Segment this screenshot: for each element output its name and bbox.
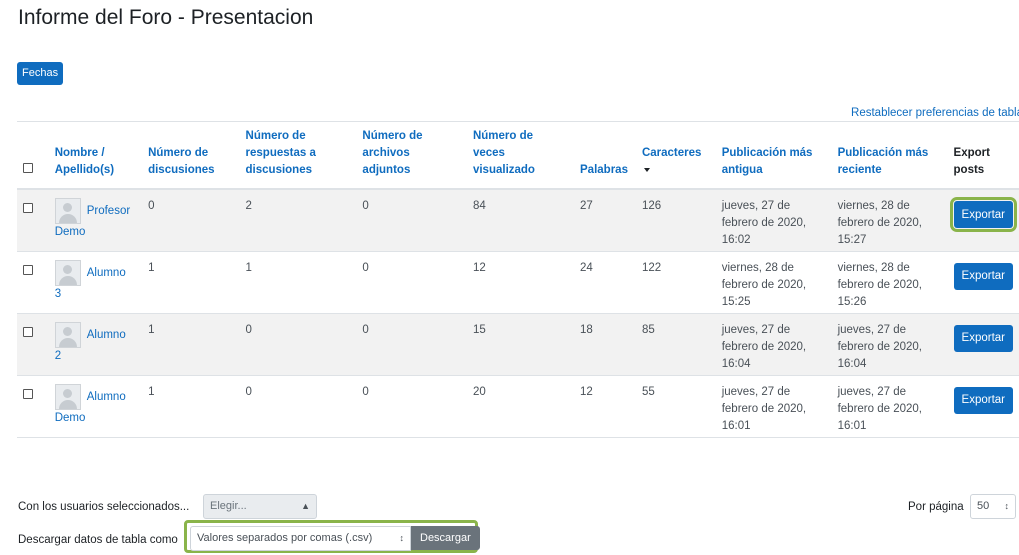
attachments-cell: 0 (356, 313, 467, 376)
select-all-header (17, 121, 49, 190)
default-user-icon[interactable] (54, 198, 81, 224)
export-button[interactable]: Exportar (953, 324, 1013, 352)
row-checkbox[interactable] (23, 326, 33, 337)
bulk-action-select[interactable]: Elegir... ▲︎ (203, 494, 317, 519)
user-link[interactable]: Alumno (87, 391, 126, 403)
words-cell: 27 (574, 189, 636, 252)
header-latest[interactable]: Publicación más reciente (831, 121, 948, 190)
updown-icon: ▲︎ (301, 501, 310, 511)
user-cell: Alumno Demo (48, 375, 143, 438)
earliest-cell: viernes, 28 de febrero de 2020, 15:25 (715, 251, 832, 314)
header-words[interactable]: Palabras (574, 121, 636, 190)
dates-button[interactable]: Fechas (17, 62, 64, 85)
default-user-icon[interactable] (54, 383, 81, 410)
download-group: Valores separados por comas (.csv) ↕ Des… (184, 520, 480, 553)
replies-cell: 0 (239, 375, 357, 438)
latest-cell: viernes, 28 de febrero de 2020, 15:26 (831, 251, 948, 314)
user-cell: Alumno 2 (48, 313, 143, 376)
user-link-last[interactable]: Demo (55, 226, 86, 238)
export-button[interactable]: Exportar (953, 262, 1013, 290)
user-link-last[interactable]: 2 (55, 350, 61, 362)
latest-cell: jueves, 27 de febrero de 2020, 16:04 (831, 313, 948, 376)
header-export: Export posts (947, 121, 1019, 190)
default-user-icon[interactable] (54, 259, 81, 286)
header-earliest[interactable]: Publicación más antigua (715, 121, 832, 190)
table-row: Alumno 3 1 1 0 12 24 122 viernes, 28 de fe… (17, 251, 1019, 314)
forum-report-table: Nombre / Apellido(s) Número de discusiones… (17, 121, 1019, 438)
sort-desc-icon (643, 167, 650, 172)
default-user-icon[interactable] (54, 321, 81, 348)
reset-preferences-link[interactable]: Restablecer preferencias de tabla (851, 107, 1019, 119)
words-cell: 24 (574, 251, 636, 314)
replies-cell: 0 (239, 313, 357, 376)
views-cell: 84 (466, 189, 575, 252)
header-views[interactable]: Número de veces visualizado (466, 121, 575, 190)
header-replies[interactable]: Número de respuestas a discusiones (239, 121, 357, 190)
chars-cell: 122 (635, 251, 716, 314)
download-format-select[interactable]: Valores separados por comas (.csv) ↕ (190, 526, 411, 551)
table-row: Profesor Demo 0 2 0 84 27 126 jueves, 27 … (17, 189, 1019, 252)
user-cell: Alumno 3 (48, 251, 143, 314)
user-link-last[interactable]: Demo (55, 412, 86, 424)
earliest-cell: jueves, 27 de febrero de 2020, 16:01 (715, 375, 832, 438)
user-link[interactable]: Profesor (87, 205, 130, 217)
views-cell: 20 (466, 375, 575, 438)
select-all-checkbox[interactable] (23, 163, 33, 173)
download-button[interactable]: Descargar (411, 526, 480, 550)
user-cell: Profesor Demo (48, 189, 143, 252)
chars-cell: 126 (635, 189, 716, 252)
table-row: Alumno Demo 1 0 0 20 12 55 jueves, 27 de f… (17, 375, 1019, 438)
words-cell: 12 (574, 375, 636, 438)
updown-icon: ↕ (399, 533, 405, 543)
bulk-action-label: Con los usuarios seleccionados... (18, 501, 190, 513)
header-discussions[interactable]: Número de discusiones (142, 121, 240, 190)
latest-cell: viernes, 28 de febrero de 2020, 15:27 (831, 189, 948, 252)
discussions-cell: 1 (142, 375, 240, 438)
user-link-last[interactable]: 3 (55, 288, 61, 300)
user-link[interactable]: Alumno (87, 329, 126, 341)
per-page-select[interactable]: 50 ↕ (970, 494, 1016, 519)
user-link[interactable]: Alumno (87, 267, 126, 279)
export-button[interactable]: Exportar (949, 197, 1018, 232)
download-label: Descargar datos de tabla como (18, 534, 178, 546)
page-title: Informe del Foro - Presentacion (18, 6, 314, 29)
updown-icon: ↕ (1004, 501, 1010, 511)
views-cell: 12 (466, 251, 575, 314)
attachments-cell: 0 (356, 375, 467, 438)
replies-cell: 1 (239, 251, 357, 314)
row-checkbox[interactable] (23, 388, 33, 399)
discussions-cell: 1 (142, 251, 240, 314)
header-chars[interactable]: Caracteres (635, 121, 716, 190)
export-button[interactable]: Exportar (953, 386, 1013, 414)
replies-cell: 2 (239, 189, 357, 252)
chars-cell: 55 (635, 375, 716, 438)
words-cell: 18 (574, 313, 636, 376)
header-attachments[interactable]: Número de archivos adjuntos (356, 121, 467, 190)
table-header-row: Nombre / Apellido(s) Número de discusiones… (17, 121, 1019, 190)
header-name[interactable]: Nombre / Apellido(s) (48, 121, 143, 190)
per-page-label: Por página (908, 501, 964, 513)
earliest-cell: jueves, 27 de febrero de 2020, 16:02 (715, 189, 832, 252)
discussions-cell: 0 (142, 189, 240, 252)
chars-cell: 85 (635, 313, 716, 376)
attachments-cell: 0 (356, 189, 467, 252)
attachments-cell: 0 (356, 251, 467, 314)
latest-cell: jueves, 27 de febrero de 2020, 16:01 (831, 375, 948, 438)
row-checkbox[interactable] (23, 264, 33, 275)
discussions-cell: 1 (142, 313, 240, 376)
views-cell: 15 (466, 313, 575, 376)
row-checkbox[interactable] (23, 203, 33, 213)
earliest-cell: jueves, 27 de febrero de 2020, 16:04 (715, 313, 832, 376)
table-row: Alumno 2 1 0 0 15 18 85 jueves, 27 de febr… (17, 313, 1019, 376)
